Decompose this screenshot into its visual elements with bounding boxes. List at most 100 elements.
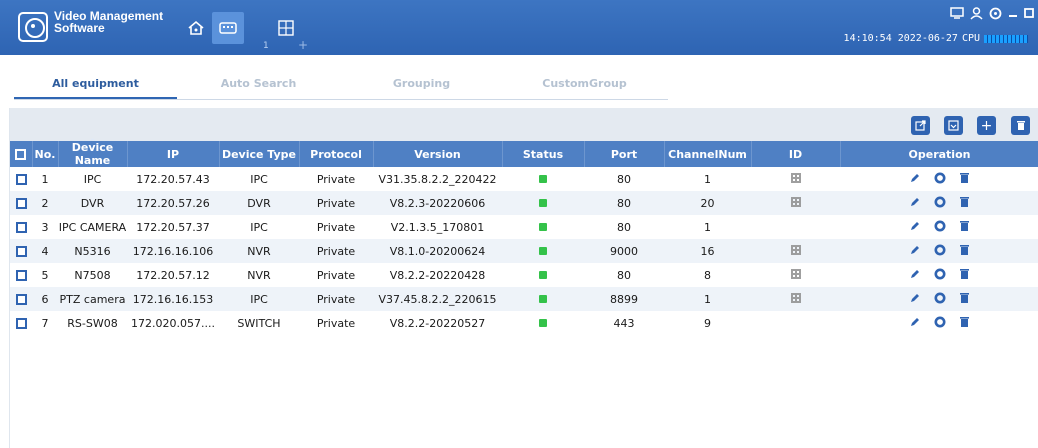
column-header-channel-num[interactable]: ChannelNum	[664, 141, 752, 167]
cell-id[interactable]	[751, 287, 840, 311]
config-icon[interactable]	[934, 316, 946, 328]
tab-auto-search[interactable]: Auto Search	[177, 72, 340, 99]
table-row[interactable]: 3 IPC CAMERA 172.20.57.37 IPC Private V2.1.3.…	[10, 215, 1038, 239]
column-header-no[interactable]: No.	[32, 141, 59, 167]
edit-icon[interactable]	[909, 268, 921, 280]
row-checkbox[interactable]	[10, 215, 32, 239]
cell-version: V37.45.8.2.2_220615	[373, 287, 502, 311]
column-header-ip[interactable]: IP	[127, 141, 220, 167]
status-online-icon	[539, 270, 547, 279]
delete-icon[interactable]	[959, 172, 971, 184]
qr-code-icon[interactable]	[790, 172, 801, 183]
status-online-icon	[539, 318, 547, 327]
cell-device-type: IPC	[250, 172, 268, 186]
cell-channel-num: 1	[664, 287, 751, 311]
config-icon[interactable]	[934, 172, 946, 184]
table-row[interactable]: 4 N5316 172.16.16.106 NVR Private V8.1.0-2020…	[10, 239, 1038, 263]
column-header-port[interactable]: Port	[584, 141, 665, 167]
cell-device-type: IPC	[250, 220, 268, 234]
cell-status	[502, 191, 584, 215]
qr-code-icon[interactable]	[790, 268, 801, 279]
column-header-device-type[interactable]: Device Type	[219, 141, 300, 167]
qr-code-icon[interactable]	[790, 244, 801, 255]
row-checkbox[interactable]	[10, 287, 32, 311]
tab-custom-group[interactable]: CustomGroup	[503, 72, 666, 99]
cell-operation	[840, 287, 1038, 311]
cell-no: 4	[32, 239, 58, 263]
grid-view-icon	[278, 20, 294, 36]
config-icon[interactable]	[934, 244, 946, 256]
column-header-version[interactable]: Version	[373, 141, 503, 167]
home-nav-button[interactable]	[180, 12, 212, 44]
row-checkbox[interactable]	[10, 191, 32, 215]
delete-icon[interactable]	[959, 244, 971, 256]
qr-code-icon[interactable]	[790, 292, 801, 303]
cell-id[interactable]	[751, 167, 840, 191]
table-row[interactable]: 1 IPC 172.20.57.43 IPC Private V31.35.8.2.2_2…	[10, 167, 1038, 191]
cell-version: V8.2.2-20220527	[389, 316, 486, 330]
edit-icon[interactable]	[909, 316, 921, 328]
cell-status	[502, 263, 584, 287]
table-row[interactable]: 7 RS-SW08 172.020.057.... SWITCH Private V8.2…	[10, 311, 1038, 335]
row-checkbox[interactable]	[10, 311, 32, 335]
cell-device-name: IPC CAMERA	[58, 220, 127, 234]
device-manager-nav-button[interactable]	[212, 12, 244, 44]
minimize-icon[interactable]	[1006, 6, 1020, 20]
config-icon[interactable]	[934, 220, 946, 232]
import-button[interactable]	[944, 116, 963, 135]
cell-operation	[840, 167, 1038, 191]
user-icon[interactable]	[969, 6, 983, 20]
delete-device-button[interactable]	[1011, 116, 1030, 135]
cell-id[interactable]	[751, 191, 840, 215]
delete-icon[interactable]	[959, 292, 971, 304]
column-header-status[interactable]: Status	[502, 141, 585, 167]
delete-icon[interactable]	[959, 268, 971, 280]
config-icon[interactable]	[934, 292, 946, 304]
qr-code-icon[interactable]	[790, 196, 801, 207]
checkbox-icon	[15, 270, 27, 281]
tab-all-equipment[interactable]: All equipment	[14, 72, 177, 99]
cell-channel-num: 1	[704, 220, 711, 234]
config-icon[interactable]	[934, 196, 946, 208]
select-all-checkbox[interactable]	[10, 141, 33, 167]
cell-protocol: Private	[316, 172, 356, 186]
tab-grouping[interactable]: Grouping	[340, 72, 503, 99]
settings-icon[interactable]	[988, 6, 1002, 20]
monitor-icon[interactable]	[950, 6, 964, 20]
table-row[interactable]: 5 N7508 172.20.57.12 NVR Private V8.2.2-20220…	[10, 263, 1038, 287]
maximize-icon[interactable]	[1022, 6, 1036, 20]
table-row[interactable]: 6 PTZ camera 172.16.16.153 IPC Private V37.45…	[10, 287, 1038, 311]
cell-port: 8899	[584, 287, 664, 311]
cell-port: 80	[617, 172, 631, 186]
edit-icon[interactable]	[909, 220, 921, 232]
config-icon[interactable]	[934, 268, 946, 280]
delete-icon[interactable]	[959, 220, 971, 232]
checkbox-icon	[15, 149, 27, 160]
delete-icon[interactable]	[959, 196, 971, 208]
table-row[interactable]: 2 DVR 172.20.57.26 DVR Private V8.2.3-2022060…	[10, 191, 1038, 215]
edit-icon[interactable]	[909, 172, 921, 184]
edit-icon[interactable]	[909, 292, 921, 304]
add-view-button[interactable]: +	[298, 38, 308, 52]
cell-id[interactable]	[751, 263, 840, 287]
edit-icon[interactable]	[909, 244, 921, 256]
export-button[interactable]	[911, 116, 930, 135]
cell-id[interactable]	[751, 239, 840, 263]
cell-no: 1	[41, 172, 49, 186]
delete-icon[interactable]	[959, 316, 971, 328]
column-header-id[interactable]: ID	[751, 141, 841, 167]
row-checkbox[interactable]	[10, 167, 32, 191]
edit-icon[interactable]	[909, 196, 921, 208]
status-online-icon	[539, 174, 547, 183]
add-device-button[interactable]: +	[977, 116, 996, 135]
row-checkbox[interactable]	[10, 263, 32, 287]
column-header-device-name[interactable]: ^ Device Name	[58, 139, 128, 167]
cell-no: 7	[41, 316, 49, 330]
cell-device-type: DVR	[219, 191, 299, 215]
cell-status	[502, 215, 584, 239]
column-header-protocol[interactable]: Protocol	[299, 141, 374, 167]
cell-device-name: PTZ camera	[58, 287, 127, 311]
cell-channel-num: 16	[664, 239, 751, 263]
cell-port: 443	[613, 316, 635, 330]
row-checkbox[interactable]	[10, 239, 32, 263]
